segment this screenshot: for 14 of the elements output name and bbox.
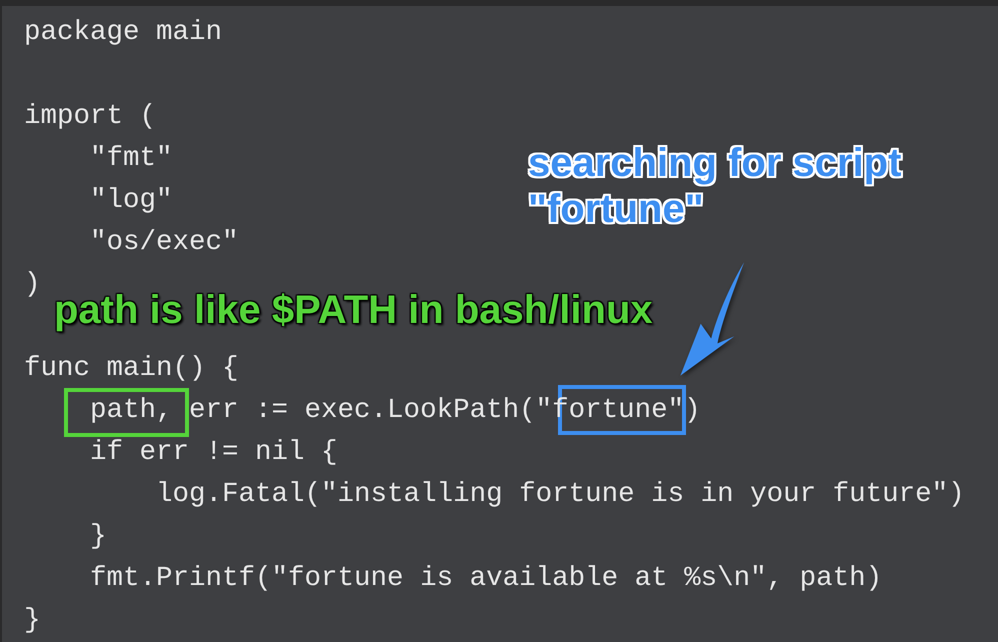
code-line: package main <box>24 17 222 48</box>
code-line: } <box>89 521 107 552</box>
code-line: } <box>24 605 41 636</box>
code-line: func main() { <box>24 353 239 384</box>
code-line: if err != nil { <box>89 437 338 468</box>
code-line: "fmt" <box>89 143 173 174</box>
code-line: ) <box>24 269 41 300</box>
code-line: import ( <box>24 101 156 132</box>
code-line: log.Fatal("installing fortune is in your future") <box>155 479 965 510</box>
code-line: "log" <box>89 185 173 216</box>
code-line: "os/exec" <box>89 227 239 258</box>
code-line: fmt.Printf("fortune is available at %s\n", path) <box>89 563 882 594</box>
annotation-text: searching for script "fortune" <box>528 140 902 232</box>
annotation-text: path is like $PATH in bash/linux <box>54 287 653 333</box>
